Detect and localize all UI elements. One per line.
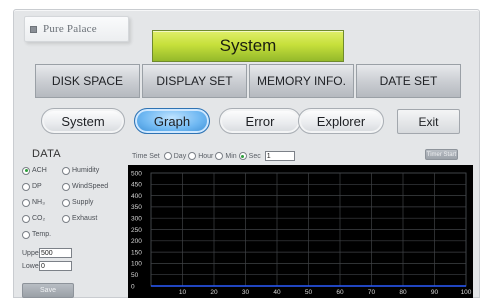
upper-limit-input[interactable] <box>39 248 72 258</box>
radio-windspeed-label: WindSpeed <box>72 183 109 191</box>
radio-humidity[interactable] <box>62 166 70 175</box>
y-tick-label: 350 <box>131 204 142 211</box>
brand-logo: Pure Palace <box>24 16 129 42</box>
radio-windspeed[interactable] <box>62 182 70 191</box>
y-tick-label: 50 <box>131 272 139 279</box>
data-graph: 0 50 100 150 200 250 300 350 400 450 500 10 20 30 40 50… <box>128 165 473 298</box>
time-set-bar: Time Set Day Hour Min Sec <box>132 150 295 162</box>
data-channel-selector: ACH Humidity DP WindSpeed NH₃ Supply CO₂… <box>22 165 126 245</box>
lower-label: Lower <box>22 262 42 270</box>
radio-hour[interactable] <box>188 152 197 160</box>
main-tabs: DISK SPACE DISPLAY SET MEMORY INFO. DATE… <box>35 64 461 98</box>
y-tick-label: 150 <box>131 249 142 256</box>
y-tick-label: 300 <box>131 216 142 223</box>
exit-button[interactable]: Exit <box>397 109 460 134</box>
radio-min[interactable] <box>215 152 224 160</box>
tab-disk-space[interactable]: DISK SPACE <box>35 64 140 98</box>
brand-name: Pure Palace <box>43 23 97 35</box>
x-tick-label: 10 <box>179 289 187 296</box>
radio-sec[interactable] <box>238 152 247 160</box>
page-title: System <box>152 30 344 62</box>
range-limits: Upper Lower <box>22 247 72 273</box>
radio-dp-label: DP <box>32 183 42 191</box>
y-tick-label: 100 <box>131 261 142 268</box>
x-tick-label: 30 <box>242 289 250 296</box>
tab-display-set[interactable]: DISPLAY SET <box>142 64 247 98</box>
y-tick-label: 250 <box>131 227 142 234</box>
x-tick-label: 100 <box>461 289 472 296</box>
explorer-view-button[interactable]: Explorer <box>298 108 384 134</box>
upper-label: Upper <box>22 249 42 257</box>
x-tick-label: 90 <box>431 289 439 296</box>
x-tick-label: 20 <box>210 289 218 296</box>
save-button[interactable]: Save <box>22 283 74 298</box>
radio-exhaust[interactable] <box>62 214 70 223</box>
x-tick-label: 50 <box>305 289 313 296</box>
radio-humidity-label: Humidity <box>72 167 100 175</box>
radio-day-label: Day <box>173 152 187 160</box>
x-tick-label: 80 <box>399 289 407 296</box>
x-tick-label: 40 <box>273 289 281 296</box>
radio-ach-label: ACH <box>32 167 47 175</box>
radio-hour-label: Hour <box>198 152 214 160</box>
x-tick-label: 60 <box>336 289 344 296</box>
radio-nh3-label: NH₃ <box>32 199 45 207</box>
brand-square-icon <box>30 25 37 33</box>
radio-co2-label: CO₂ <box>32 215 46 223</box>
error-view-button[interactable]: Error <box>219 108 301 134</box>
x-tick-label: 70 <box>368 289 376 296</box>
radio-temp[interactable] <box>22 230 30 239</box>
y-tick-label: 400 <box>131 193 142 200</box>
radio-ach[interactable] <box>22 166 30 175</box>
y-tick-label: 0 <box>131 283 135 290</box>
radio-co2[interactable] <box>22 214 30 223</box>
data-heading: DATA <box>32 148 61 160</box>
time-set-label: Time Set <box>132 152 160 160</box>
y-tick-label: 200 <box>131 238 142 245</box>
radio-supply[interactable] <box>62 198 70 207</box>
radio-sec-label: Sec <box>248 152 261 160</box>
graph-view-button[interactable]: Graph <box>134 108 210 134</box>
radio-supply-label: Supply <box>72 199 94 207</box>
tab-memory-info[interactable]: MEMORY INFO. <box>249 64 354 98</box>
subview-buttons: System Graph Error Explorer Exit <box>26 108 466 138</box>
y-tick-label: 500 <box>131 170 142 177</box>
radio-min-label: Min <box>225 152 237 160</box>
radio-temp-label: Temp. <box>32 231 52 239</box>
radio-nh3[interactable] <box>22 198 30 207</box>
lower-limit-input[interactable] <box>39 261 72 271</box>
timer-start-button[interactable]: Timer Start <box>425 149 458 160</box>
system-view-button[interactable]: System <box>41 108 125 134</box>
radio-exhaust-label: Exhaust <box>72 215 98 223</box>
y-tick-label: 450 <box>131 182 142 189</box>
radio-dp[interactable] <box>22 182 30 191</box>
graph-svg: 0 50 100 150 200 250 300 350 400 450 500 10 20 30 40 50… <box>131 170 472 296</box>
radio-day[interactable] <box>163 152 172 160</box>
time-interval-input[interactable] <box>264 151 295 161</box>
tab-date-set[interactable]: DATE SET <box>356 64 461 98</box>
